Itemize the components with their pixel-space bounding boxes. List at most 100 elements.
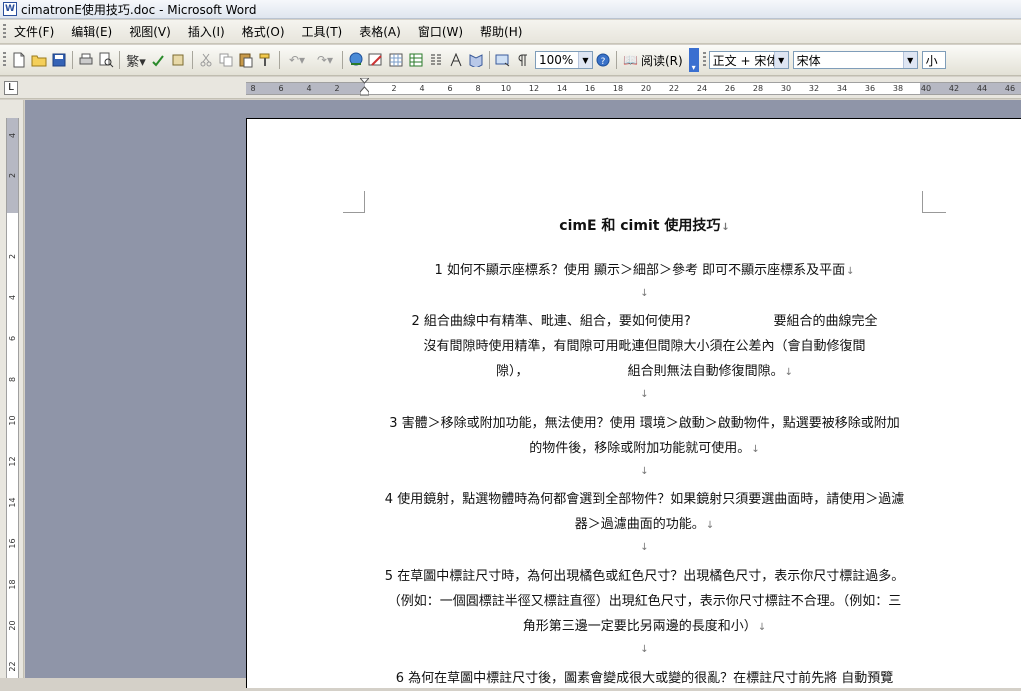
vertical-ruler-tick-label: 14 <box>8 497 17 508</box>
hyperlink-icon[interactable] <box>347 51 365 69</box>
print-preview-icon[interactable] <box>97 51 115 69</box>
drawing-icon[interactable] <box>447 51 465 69</box>
paragraph[interactable]: 5 在草圖中標註尺寸時，為何出現橘色或紅色尺寸？出現橘色尺寸，表示你尺寸標註過多… <box>367 564 922 640</box>
paragraph-mark-icon[interactable] <box>514 51 532 69</box>
empty-paragraph-mark: ↓ <box>640 466 649 477</box>
paste-icon[interactable] <box>237 51 255 69</box>
horizontal-ruler[interactable]: L 8 6 4 2 2 4 6 8 10 12 14 16 18 20 22 24 26 28 30 32 34 36 38… <box>0 77 1021 99</box>
redo-icon[interactable]: ↷▾ <box>312 51 338 69</box>
research-icon[interactable] <box>170 51 188 69</box>
ruler-tick-label: 40 <box>920 84 932 93</box>
paragraph-text: 的物件後，移除或附加功能就可使用。 <box>529 441 751 456</box>
ruler-tick-label: 46 <box>1004 84 1016 93</box>
vertical-ruler-tick-label: 22 <box>8 661 17 672</box>
cut-icon[interactable] <box>197 51 215 69</box>
paragraph-line: 6 為何在草圖中標註尺寸後，圖素會變成很大或變的很亂？在標註尺寸前先將 自動預覽 <box>367 666 922 691</box>
spelling-icon[interactable] <box>150 51 168 69</box>
menubar-grip[interactable] <box>3 23 6 40</box>
font-select[interactable]: 宋体 ▼ <box>792 51 918 69</box>
insert-excel-icon[interactable] <box>407 51 425 69</box>
style-value: 正文 + 宋体 <box>712 53 777 68</box>
toolbar-separator <box>489 51 490 69</box>
tab-selector[interactable]: L <box>4 81 18 95</box>
ruler-tick-label: 8 <box>475 84 481 93</box>
menu-window[interactable]: 窗口(W) <box>418 23 463 40</box>
paragraph-line: 沒有間隙時使用精準，有間隙可用毗連但間隙大小須在公差內（會自動修復間 <box>367 334 922 359</box>
vertical-ruler-tick-label: 6 <box>8 335 17 342</box>
read-mode-button[interactable]: 📖 阅读(R) <box>620 52 686 69</box>
open-folder-icon[interactable] <box>30 51 48 69</box>
paragraph[interactable]: 1 如何不顯示座標系？使用 顯示＞細部＞參考 即可不顯示座標系及平面↓ <box>367 258 922 284</box>
paragraph[interactable]: 2 組合曲線中有精準、毗連、組合，要如何使用? 要組合的曲線完全沒有間隙時使用精… <box>367 309 922 385</box>
formatting-toolbar-grip[interactable] <box>702 52 706 68</box>
paragraph-line: 1 如何不顯示座標系？使用 顯示＞細部＞參考 即可不顯示座標系及平面↓ <box>367 258 922 284</box>
menu-help[interactable]: 帮助(H) <box>480 23 522 40</box>
paragraph-mark: ↓ <box>751 444 760 455</box>
traditional-chinese-convert-icon[interactable]: 繁▾ <box>124 51 148 70</box>
paragraph[interactable]: 6 為何在草圖中標註尺寸後，圖素會變成很大或變的很亂？在標註尺寸前先將 自動預覽 <box>367 666 922 691</box>
crop-mark-top-right <box>922 191 946 213</box>
toolbar-separator <box>192 51 193 69</box>
ruler-tick-label: 6 <box>447 84 453 93</box>
paragraph-text: 沒有間隙時使用精準，有間隙可用毗連但間隙大小須在公差內（會自動修復間 <box>423 339 866 354</box>
document-page[interactable]: cimE 和 cimit 使用技巧↓ 1 如何不顯示座標系？使用 顯示＞細部＞參… <box>246 118 1021 688</box>
vertical-ruler[interactable]: 4 2 2 4 6 8 10 12 14 16 18 20 22 <box>0 100 24 678</box>
empty-paragraph-mark: ↓ <box>640 389 649 400</box>
indent-marker-icon[interactable] <box>360 78 369 98</box>
menu-bar: 文件(F) 编辑(E) 视图(V) 插入(I) 格式(O) 工具(T) 表格(A… <box>0 20 1021 44</box>
chevron-down-icon[interactable]: ▼ <box>773 52 788 68</box>
toolbar-options-icon[interactable]: ▾ <box>688 48 699 72</box>
save-icon[interactable] <box>50 51 68 69</box>
crop-mark-top-left <box>343 191 365 213</box>
copy-icon[interactable] <box>217 51 235 69</box>
zoom-value: 100% <box>539 53 574 67</box>
ruler-tick-label: 36 <box>864 84 876 93</box>
vertical-ruler-tick-label: 2 <box>8 253 17 260</box>
undo-icon[interactable]: ↶▾ <box>284 51 310 69</box>
menu-insert[interactable]: 插入(I) <box>188 23 225 40</box>
ruler-tick-label: 34 <box>836 84 848 93</box>
paragraph-line: 2 組合曲線中有精準、毗連、組合，要如何使用? 要組合的曲線完全 <box>367 309 922 334</box>
menu-format[interactable]: 格式(O) <box>242 23 285 40</box>
menu-edit[interactable]: 编辑(E) <box>71 23 112 40</box>
zoom-select[interactable]: 100% ▼ <box>535 51 593 69</box>
paragraph-line: 4 使用鏡射，點選物體時為何都會選到全部物件？如果鏡射只須要選曲面時，請使用＞過… <box>367 487 922 512</box>
insert-table-icon[interactable] <box>387 51 405 69</box>
document-map-icon[interactable] <box>467 51 485 69</box>
menu-file[interactable]: 文件(F) <box>14 23 54 40</box>
ruler-tick-label: 24 <box>696 84 708 93</box>
ruler-tick-label: 8 <box>250 84 256 93</box>
format-painter-icon[interactable] <box>257 51 275 69</box>
columns-icon[interactable] <box>427 51 445 69</box>
document-workspace[interactable]: cimE 和 cimit 使用技巧↓ 1 如何不顯示座標系？使用 顯示＞細部＞參… <box>25 100 1021 688</box>
menu-view[interactable]: 视图(V) <box>129 23 171 40</box>
chevron-down-icon[interactable]: ▼ <box>578 52 592 68</box>
toolbar-separator <box>616 51 617 69</box>
font-size-select[interactable]: 小 <box>921 51 946 69</box>
tables-borders-icon[interactable] <box>367 51 385 69</box>
toolbar-grip[interactable] <box>3 52 6 68</box>
menu-tools[interactable]: 工具(T) <box>302 23 343 40</box>
new-document-icon[interactable] <box>10 51 28 69</box>
toolbar-separator <box>279 51 280 69</box>
ruler-tick-label: 4 <box>419 84 425 93</box>
ruler-tick-label: 2 <box>334 84 340 93</box>
toolbar-separator <box>72 51 73 69</box>
empty-paragraph-mark: ↓ <box>640 644 649 655</box>
paragraph-line: 器＞過濾曲面的功能。↓ <box>367 512 922 538</box>
print-icon[interactable] <box>77 51 95 69</box>
chevron-down-icon[interactable]: ▼ <box>902 52 917 68</box>
title-bar: W cimatronE使用技巧.doc - Microsoft Word <box>0 0 1021 19</box>
menu-table[interactable]: 表格(A) <box>359 23 401 40</box>
word-app-icon[interactable]: W <box>3 2 17 16</box>
paragraph-text: （例如：一個圓標註半徑又標註直徑）出現紅色尺寸，表示你尺寸標註不合理。（例如：三 <box>387 594 902 609</box>
paragraph[interactable]: 4 使用鏡射，點選物體時為何都會選到全部物件？如果鏡射只須要選曲面時，請使用＞過… <box>367 487 922 538</box>
help-icon[interactable]: ? <box>594 51 612 69</box>
ruler-tick-label: 6 <box>278 84 284 93</box>
paragraph[interactable]: 3 害體＞移除或附加功能，無法使用？使用 環境＞啟動＞啟動物件，點選要被移除或附… <box>367 411 922 462</box>
ruler-tick-label: 20 <box>640 84 652 93</box>
show-hide-icon[interactable] <box>494 51 512 69</box>
style-select[interactable]: 正文 + 宋体 ▼ <box>708 51 789 69</box>
vertical-ruler-tick-label: 18 <box>8 579 17 590</box>
vertical-ruler-tick-label: 8 <box>8 376 17 383</box>
